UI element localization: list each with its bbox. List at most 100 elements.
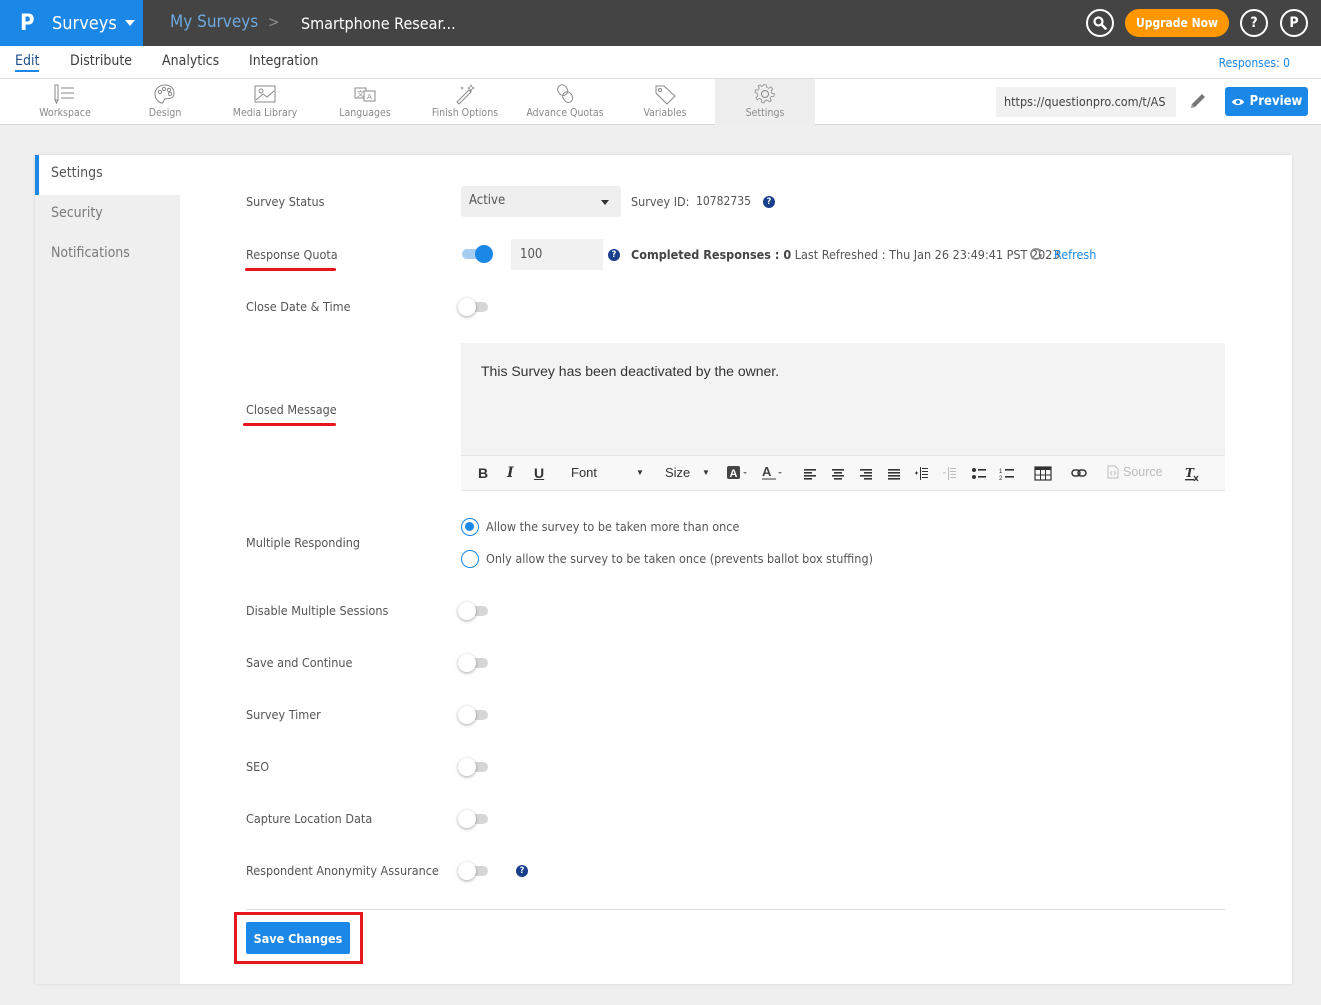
survey-timer-toggle[interactable] — [458, 706, 490, 724]
indent-icon[interactable] — [915, 467, 929, 481]
allow-multiple-label[interactable]: Allow the survey to be taken more than o… — [486, 519, 739, 534]
upgrade-now-button[interactable]: Upgrade Now — [1125, 9, 1229, 37]
allow-once-radio[interactable] — [461, 550, 479, 568]
tool-settings[interactable]: Settings — [715, 79, 815, 125]
refresh-button[interactable]: Refresh — [1028, 246, 1096, 262]
app-switcher[interactable]: P Surveys — [0, 0, 143, 46]
help-button[interactable]: ? — [1240, 9, 1268, 37]
outdent-icon[interactable] — [943, 467, 957, 481]
source-icon — [1107, 465, 1119, 479]
app-label: Surveys — [52, 12, 117, 34]
seo-label: SEO — [246, 759, 270, 774]
tool-languages[interactable]: 文A Languages — [315, 79, 415, 125]
bold-button[interactable]: B — [478, 465, 488, 481]
survey-id-label: Survey ID: — [631, 194, 690, 209]
save-changes-button[interactable]: Save Changes — [246, 922, 350, 954]
svg-text:A: A — [730, 468, 738, 480]
tab-analytics[interactable]: Analytics — [162, 53, 219, 69]
tab-distribute[interactable]: Distribute — [70, 53, 132, 69]
tool-label: Finish Options — [431, 107, 499, 119]
help-icon[interactable]: ? — [516, 865, 528, 877]
tool-variables[interactable]: Variables — [615, 79, 715, 125]
sidebar-item-notifications[interactable]: Notifications — [35, 235, 180, 275]
capture-location-toggle[interactable] — [458, 810, 490, 828]
tool-workspace[interactable]: Workspace — [15, 79, 115, 125]
survey-status-label: Survey Status — [246, 194, 325, 209]
font-caret-icon: ▼ — [636, 468, 644, 477]
align-right-icon[interactable] — [859, 468, 873, 480]
bulleted-list-icon[interactable] — [971, 467, 987, 481]
save-and-continue-label: Save and Continue — [246, 655, 353, 670]
table-icon[interactable] — [1034, 466, 1052, 481]
svg-text:A: A — [367, 93, 372, 101]
disable-multiple-sessions-label: Disable Multiple Sessions — [246, 603, 389, 618]
response-quota-input[interactable]: 100 — [511, 239, 603, 270]
refresh-label: Refresh — [1054, 246, 1097, 262]
search-button[interactable] — [1086, 9, 1114, 37]
breadcrumb-current-survey: Smartphone Resear... — [301, 14, 456, 33]
gear-icon — [754, 84, 775, 104]
save-and-continue-toggle[interactable] — [458, 654, 490, 672]
survey-status-select[interactable]: Active — [461, 186, 621, 217]
capture-location-label: Capture Location Data — [246, 811, 373, 826]
allow-once-label[interactable]: Only allow the survey to be taken once (… — [486, 551, 873, 566]
seo-toggle[interactable] — [458, 758, 490, 776]
disable-multiple-sessions-toggle[interactable] — [458, 602, 490, 620]
size-select[interactable]: Size — [665, 465, 690, 480]
text-color-button[interactable]: A — [761, 464, 785, 485]
eye-icon — [1231, 98, 1244, 105]
avatar-initial: P — [1289, 15, 1299, 31]
svg-text:A: A — [762, 464, 772, 479]
survey-nav: Edit Distribute Analytics Integration Re… — [0, 46, 1321, 79]
tab-integration[interactable]: Integration — [249, 53, 318, 69]
align-left-icon[interactable] — [803, 468, 817, 480]
tool-media-library[interactable]: Media Library — [215, 79, 315, 125]
source-button[interactable]: Source — [1107, 465, 1163, 479]
justify-icon[interactable] — [887, 468, 901, 480]
help-icon[interactable]: ? — [763, 196, 775, 208]
tool-advance-quotas[interactable]: Advance Quotas — [515, 79, 615, 125]
tool-label: Media Library — [232, 107, 298, 119]
survey-url-field[interactable]: https://questionpro.com/t/AS — [996, 87, 1176, 117]
numbered-list-icon[interactable]: 12 — [999, 467, 1015, 481]
highlight-underline — [245, 268, 336, 271]
size-caret-icon: ▼ — [702, 468, 710, 477]
remove-format-icon[interactable]: T — [1184, 466, 1200, 482]
italic-button[interactable]: I — [507, 465, 514, 481]
sidebar-item-security[interactable]: Security — [35, 195, 180, 235]
tool-design[interactable]: Design — [115, 79, 215, 125]
anonymity-assurance-toggle[interactable] — [458, 862, 490, 880]
align-center-icon[interactable] — [831, 468, 845, 480]
tool-finish-options[interactable]: Finish Options — [415, 79, 515, 125]
multiple-responding-label: Multiple Responding — [246, 535, 360, 550]
close-date-toggle[interactable] — [458, 298, 490, 316]
closed-message-text[interactable]: This Survey has been deactivated by the … — [481, 363, 779, 379]
quota-status: Completed Responses : 0 Last Refreshed :… — [631, 247, 1060, 262]
workspace-icon — [54, 84, 74, 105]
sidebar-item-settings[interactable]: Settings — [35, 155, 180, 195]
tool-label: Workspace — [39, 107, 91, 119]
underline-button[interactable]: U — [534, 465, 544, 481]
tool-label: Languages — [339, 107, 391, 119]
svg-text:2: 2 — [999, 476, 1003, 481]
text-color-icon: A — [762, 464, 782, 480]
background-color-icon: A — [727, 466, 747, 480]
font-select[interactable]: Font — [571, 465, 597, 480]
closed-message-label: Closed Message — [246, 402, 337, 417]
responses-count[interactable]: Responses: 0 — [1219, 56, 1290, 70]
response-quota-toggle[interactable] — [460, 245, 493, 263]
background-color-button[interactable]: A — [726, 464, 750, 485]
caret-down-icon — [124, 20, 135, 26]
help-icon[interactable]: ? — [608, 249, 620, 261]
tab-edit[interactable]: Edit — [15, 53, 40, 72]
avatar[interactable]: P — [1280, 9, 1308, 37]
pencil-icon[interactable] — [1188, 91, 1208, 111]
allow-multiple-radio[interactable] — [461, 518, 479, 536]
closed-message-editor[interactable]: This Survey has been deactivated by the … — [461, 343, 1225, 491]
tag-icon — [655, 85, 676, 105]
preview-button[interactable]: Preview — [1225, 87, 1308, 116]
breadcrumb-my-surveys[interactable]: My Surveys — [170, 12, 258, 32]
questionpro-logo: P — [20, 10, 35, 36]
anonymity-assurance-label: Respondent Anonymity Assurance — [246, 863, 439, 878]
link-icon[interactable] — [1071, 468, 1087, 478]
